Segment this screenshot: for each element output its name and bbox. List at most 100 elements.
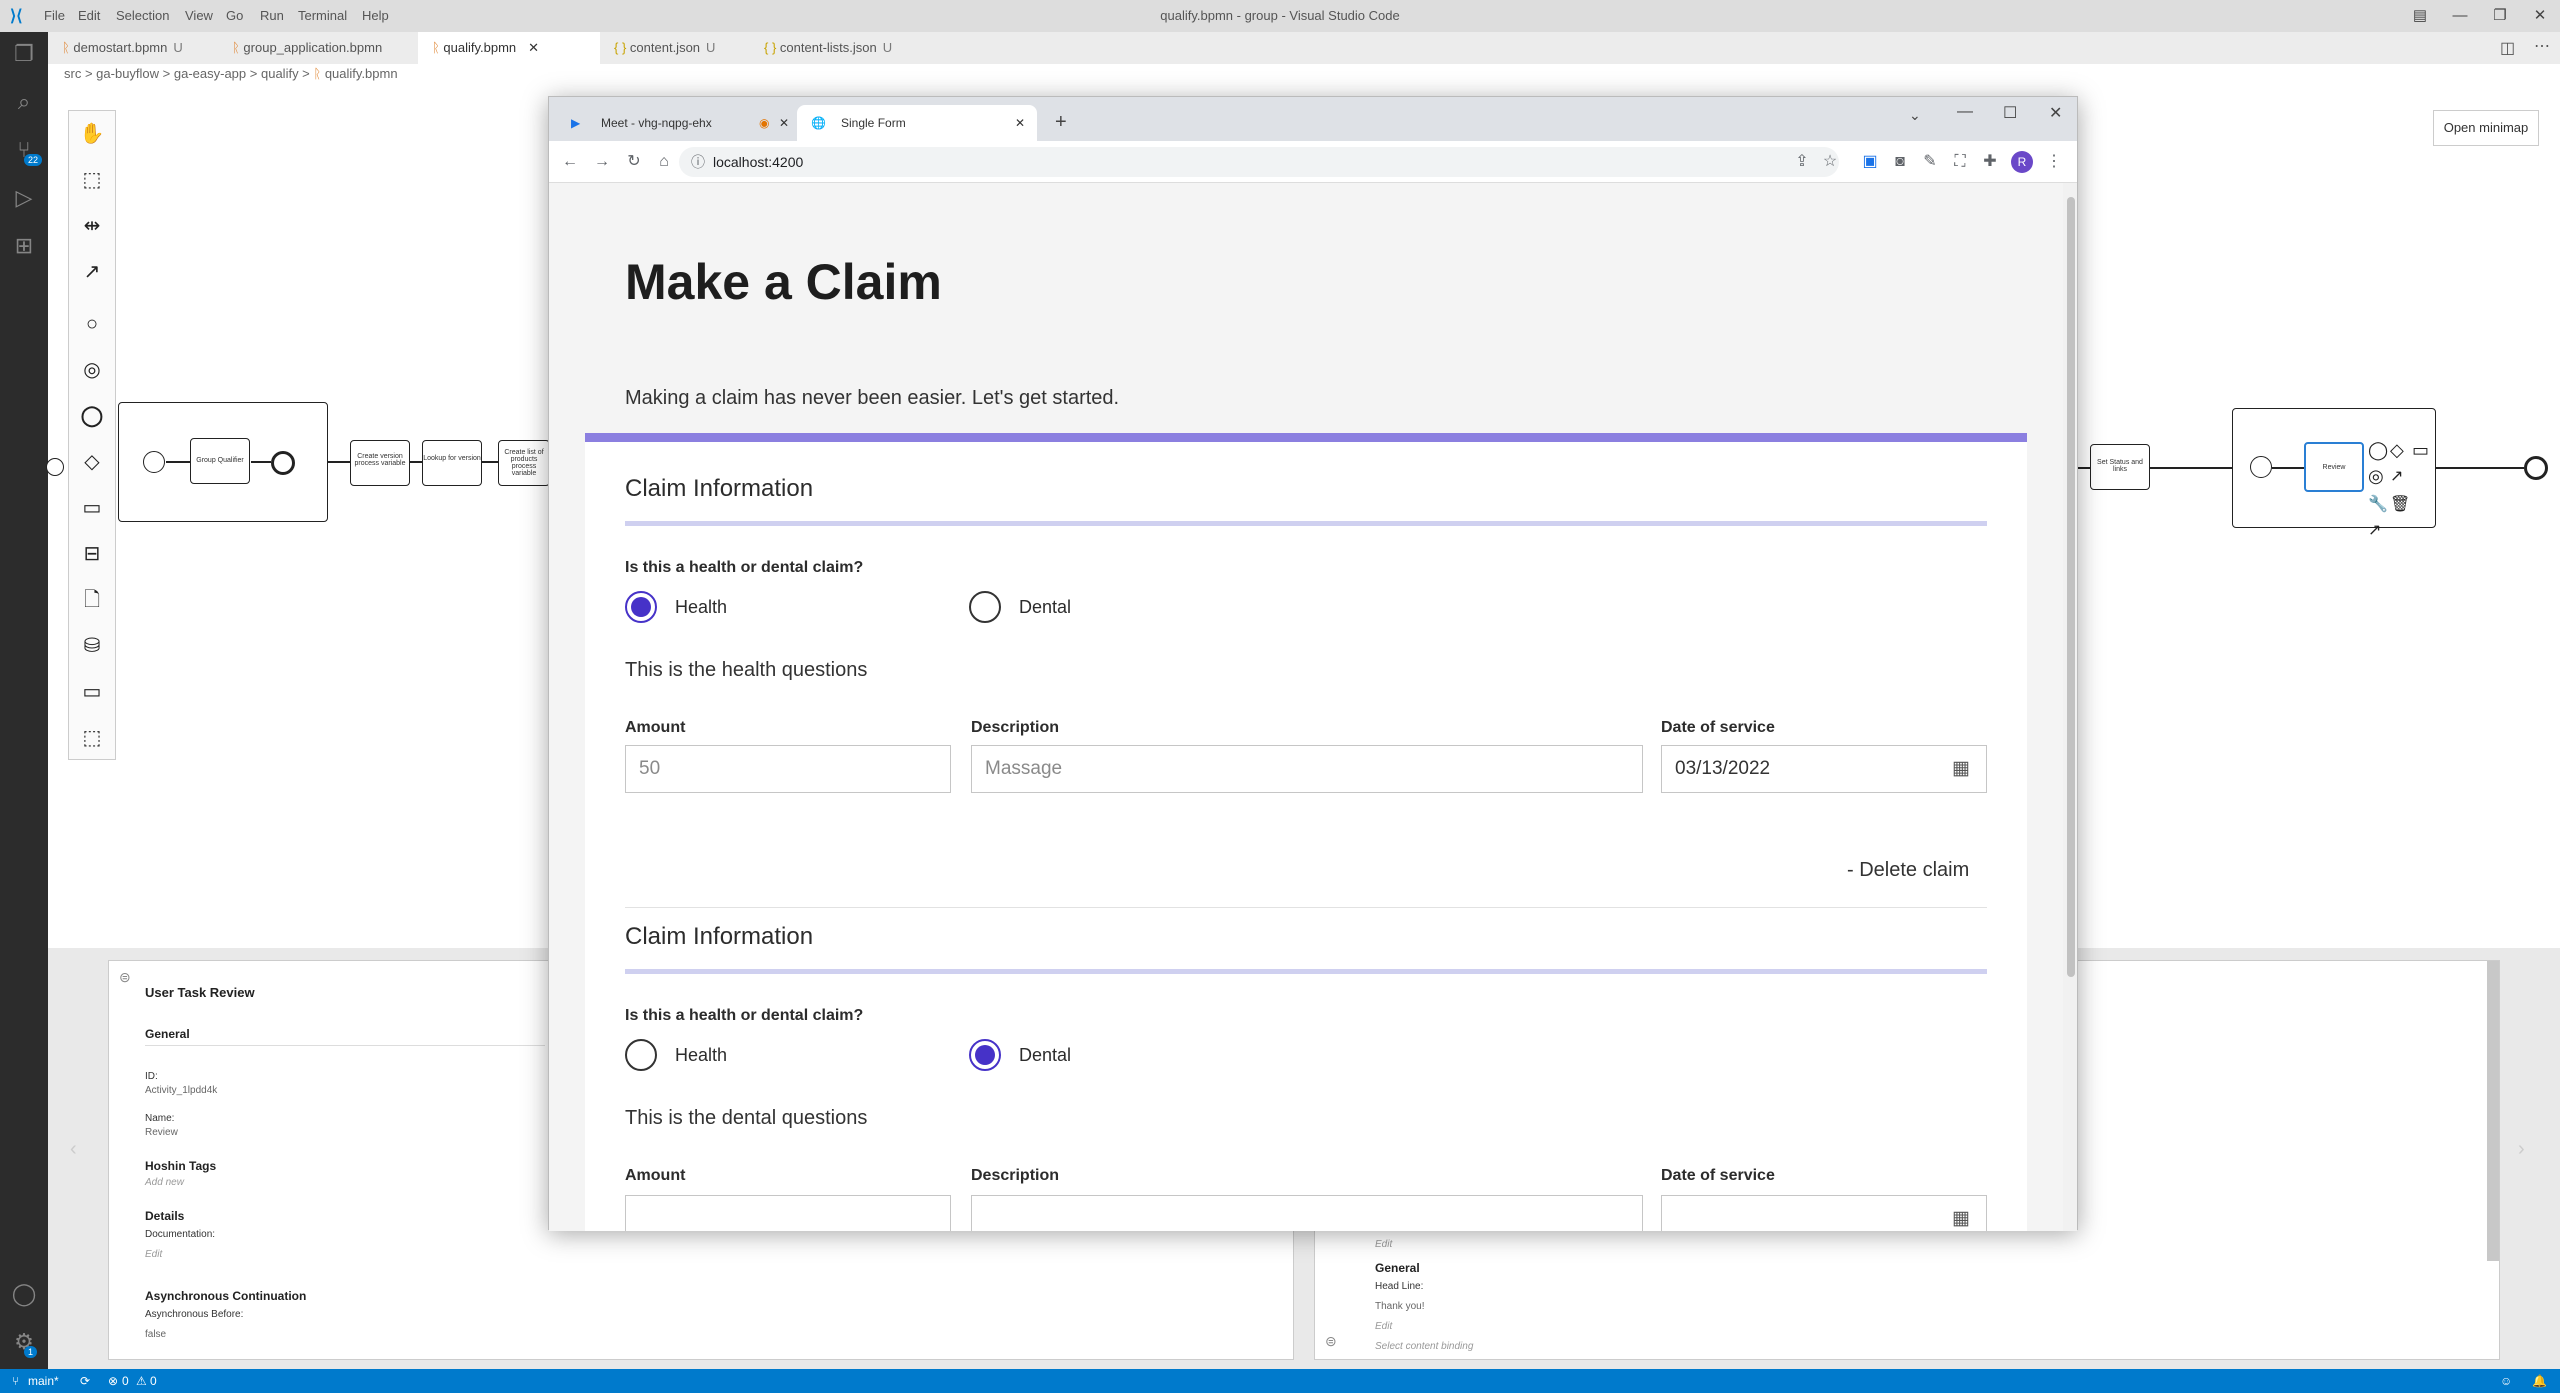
description-input[interactable]: Massage — [971, 745, 1643, 793]
start-event-icon[interactable]: ○ — [79, 311, 105, 337]
browser-minimize-icon[interactable]: — — [1957, 103, 1973, 121]
notifications-icon[interactable]: 🔔 — [2532, 1369, 2547, 1393]
tab-qualify[interactable]: ᚱ qualify.bpmn ✕ — [418, 32, 600, 64]
restore-icon[interactable]: ❐ — [2480, 4, 2520, 28]
context-pad-task-icon[interactable]: ▭ — [2412, 440, 2429, 461]
breadcrumb-item[interactable]: qualify.bpmn — [325, 66, 398, 81]
context-pad-gateway-icon[interactable]: ◇ — [2390, 440, 2404, 461]
calendar-icon[interactable]: ▦ — [1952, 1196, 1970, 1231]
documentation-edit[interactable]: Edit — [145, 1249, 162, 1260]
id-value[interactable]: Activity_1lpdd4k — [145, 1085, 217, 1096]
breadcrumb-item[interactable]: ga-easy-app — [174, 66, 246, 81]
hand-tool-icon[interactable]: ✋ — [79, 121, 105, 147]
tab-content-json[interactable]: { } content.json U — [600, 32, 750, 64]
end-event-icon[interactable]: ◯ — [79, 403, 105, 429]
breadcrumb-item[interactable]: ga-buyflow — [96, 66, 159, 81]
bpmn-end-event[interactable] — [271, 451, 295, 475]
bpmn-task-create-list[interactable]: Create list of products process variable — [498, 440, 550, 486]
group-hoshin-tags[interactable]: Hoshin Tags — [145, 1159, 216, 1173]
context-pad-color-icon[interactable]: ↗ — [2368, 520, 2381, 540]
radio-health[interactable] — [625, 591, 657, 623]
profile-avatar[interactable]: R — [2011, 151, 2033, 173]
group-icon[interactable]: ⬚ — [79, 725, 105, 751]
new-tab-icon[interactable]: + — [1055, 111, 1067, 134]
radio-health[interactable] — [625, 1039, 657, 1071]
bpmn-task-group-qualifier[interactable]: Group Qualifier — [190, 438, 250, 484]
browser-menu-icon[interactable]: ⋮ — [2043, 151, 2065, 173]
date-input[interactable]: 03/13/2022 ▦ — [1661, 745, 1987, 793]
lasso-tool-icon[interactable]: ⬚ — [79, 167, 105, 193]
explorer-icon[interactable]: ❐ — [10, 40, 38, 68]
radio-health-label[interactable]: Health — [675, 597, 727, 618]
minimize-icon[interactable]: — — [2440, 4, 2480, 28]
info-icon[interactable]: ⓘ — [691, 147, 705, 177]
group-details[interactable]: Details — [145, 1209, 184, 1223]
subprocess-icon[interactable]: ⊟ — [79, 541, 105, 567]
breadcrumb-item[interactable]: src — [64, 66, 81, 81]
tab-close-icon[interactable]: ✕ — [528, 40, 539, 55]
amount-input[interactable] — [625, 1195, 951, 1231]
context-pad-connect-icon[interactable]: ↗ — [2390, 466, 2403, 486]
context-pad-wrench-icon[interactable]: 🔧 — [2368, 494, 2388, 514]
bpmn-task-lookup[interactable]: Lookup for version — [422, 440, 482, 486]
context-pad-trash-icon[interactable]: 🗑 — [2390, 494, 2410, 514]
branch-name[interactable]: main* — [28, 1369, 59, 1393]
warning-icon[interactable]: ⚠ — [136, 1369, 147, 1393]
error-icon[interactable]: ⊗ — [108, 1369, 118, 1393]
reload-icon[interactable]: ↻ — [623, 151, 645, 173]
context-pad-end-event-icon[interactable]: ◯ — [2368, 440, 2388, 461]
radio-health-label[interactable]: Health — [675, 1045, 727, 1066]
bpmn-task-set-status[interactable]: Set Status and links — [2090, 444, 2150, 490]
page-scrollbar-thumb[interactable] — [2067, 197, 2075, 977]
panel-scrollbar[interactable] — [2487, 961, 2499, 1261]
split-editor-icon[interactable]: ◫ — [2500, 38, 2515, 58]
feedback-icon[interactable]: ☺ — [2500, 1369, 2512, 1393]
share-icon[interactable]: ⇪ — [1791, 151, 1813, 173]
address-bar[interactable]: ⓘ localhost:4200 — [679, 147, 1839, 177]
chevron-left-icon[interactable]: ‹ — [70, 1138, 77, 1161]
context-pad-intermediate-icon[interactable]: ◎ — [2368, 466, 2384, 487]
sync-icon[interactable]: ⟳ — [80, 1369, 90, 1393]
bookmark-star-icon[interactable]: ☆ — [1819, 151, 1841, 173]
browser-close-icon[interactable]: ✕ — [2049, 103, 2062, 123]
amount-input[interactable]: 50 — [625, 745, 951, 793]
breadcrumb-item[interactable]: qualify — [261, 66, 299, 81]
bpmn-start-event[interactable] — [143, 451, 165, 473]
back-icon[interactable]: ← — [559, 151, 581, 173]
data-store-icon[interactable]: ⛁ — [79, 633, 105, 659]
tab-group-application[interactable]: ᚱ group_application.bpmn — [218, 32, 418, 64]
screenshot-icon[interactable]: ⛶ — [1949, 151, 1971, 173]
browser-tab-single-form[interactable]: 🌐 Single Form ✕ — [797, 105, 1037, 141]
bpmn-start-event[interactable] — [2250, 456, 2272, 478]
bpmn-task-create-version[interactable]: Create version process variable — [350, 440, 410, 486]
tab-demostart[interactable]: ᚱ demostart.bpmn U — [48, 32, 218, 64]
intermediate-event-icon[interactable]: ◎ — [79, 357, 105, 383]
search-icon[interactable]: ⌕ — [10, 88, 38, 116]
date-input[interactable]: ▦ — [1661, 1195, 1987, 1231]
name-value[interactable]: Review — [145, 1127, 178, 1138]
tab-close-icon[interactable]: ✕ — [779, 105, 789, 141]
connect-tool-icon[interactable]: ↗ — [79, 259, 105, 285]
group-async[interactable]: Asynchronous Continuation — [145, 1289, 306, 1303]
radio-dental[interactable] — [969, 591, 1001, 623]
browser-maximize-icon[interactable]: ☐ — [2003, 103, 2017, 123]
group-general[interactable]: General — [145, 1027, 190, 1041]
calendar-icon[interactable]: ▦ — [1952, 746, 1970, 792]
eyedropper-icon[interactable]: ✎ — [1919, 151, 1941, 173]
account-icon[interactable]: ◯ — [10, 1280, 38, 1308]
group-general[interactable]: General — [1375, 1261, 1420, 1275]
open-minimap-button[interactable]: Open minimap — [2433, 110, 2539, 146]
space-tool-icon[interactable]: ⇹ — [79, 213, 105, 239]
bpmn-boundary-event[interactable] — [46, 458, 64, 476]
more-actions-icon[interactable]: ⋯ — [2534, 36, 2550, 56]
warning-count[interactable]: 0 — [150, 1369, 157, 1393]
add-new-tag[interactable]: Add new — [145, 1177, 184, 1188]
bpmn-end-event[interactable] — [2524, 456, 2548, 480]
headline-edit[interactable]: Edit — [1375, 1321, 1392, 1332]
extensions-puzzle-icon[interactable]: ✚ — [1979, 151, 2001, 173]
bpmn-task-review[interactable]: Review — [2304, 442, 2364, 492]
radio-dental-label[interactable]: Dental — [1019, 597, 1071, 618]
async-before-value[interactable]: false — [145, 1329, 166, 1340]
run-debug-icon[interactable]: ▷ — [10, 184, 38, 212]
gateway-icon[interactable]: ◇ — [79, 449, 105, 475]
